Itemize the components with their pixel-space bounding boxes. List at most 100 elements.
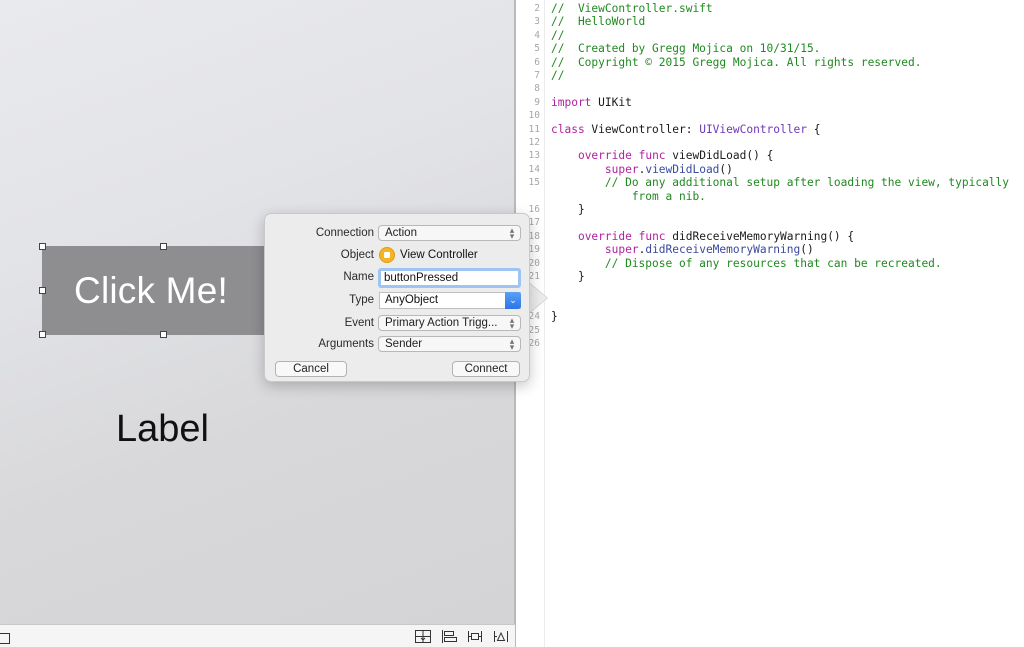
- code-line[interactable]: [516, 283, 1024, 296]
- code-token-comment: // HelloWorld: [551, 15, 646, 29]
- object-row: Object View Controller: [265, 247, 531, 266]
- code-token-type: UIViewController: [699, 122, 807, 136]
- resize-handle-bottom-center[interactable]: [160, 331, 167, 338]
- code-line[interactable]: 10: [516, 109, 1024, 122]
- code-text: // Do any additional setup after loading…: [551, 176, 1009, 189]
- code-token-comment: // Created by Gregg Mojica on 10/31/15.: [551, 42, 821, 56]
- line-number: 15: [528, 177, 540, 189]
- cancel-button[interactable]: Cancel: [275, 361, 347, 377]
- code-editor[interactable]: 2 // ViewController.swift 3 // HelloWorld 4 /…: [516, 0, 1024, 647]
- up-down-chevron-icon: ▴ ▾: [509, 336, 515, 352]
- code-text: from a nib.: [551, 190, 706, 203]
- code-token-comment: // ViewController.swift: [551, 2, 713, 15]
- name-label: Name: [343, 271, 374, 283]
- name-field[interactable]: [378, 268, 521, 288]
- code-token-plain: }: [551, 310, 558, 324]
- pin-icon[interactable]: [467, 630, 483, 643]
- code-line[interactable]: 9 import UIKit: [516, 96, 1024, 109]
- storyboard-label[interactable]: Label: [116, 408, 209, 451]
- code-line[interactable]: 18 override func didReceiveMemoryWarning…: [516, 230, 1024, 243]
- code-text: }: [551, 270, 585, 283]
- code-text: import UIKit: [551, 96, 632, 109]
- code-token-kw: func: [638, 149, 666, 163]
- resize-handle-bottom-left[interactable]: [39, 331, 46, 338]
- resize-handle-middle-left[interactable]: [39, 287, 46, 294]
- code-text: // HelloWorld: [551, 15, 645, 28]
- resize-handle-top-center[interactable]: [160, 243, 167, 250]
- code-token-plain: {: [806, 122, 821, 136]
- code-line[interactable]: 4 //: [516, 29, 1024, 42]
- event-select[interactable]: Primary Action Trigg... ▴ ▾: [378, 315, 521, 331]
- code-token-plain: (): [719, 162, 733, 176]
- code-line[interactable]: 19 super.didReceiveMemoryWarning(): [516, 243, 1024, 256]
- code-line[interactable]: 25: [516, 324, 1024, 337]
- code-line[interactable]: 26: [516, 337, 1024, 350]
- code-text: super.viewDidLoad(): [551, 163, 733, 176]
- connection-label: Connection: [315, 227, 374, 239]
- view-as-icon[interactable]: [0, 633, 10, 644]
- code-text: class ViewController: UIViewController {: [551, 123, 820, 136]
- code-line[interactable]: 17: [516, 216, 1024, 229]
- code-line[interactable]: 20 // Dispose of any resources that can …: [516, 257, 1024, 270]
- line-number: 10: [528, 110, 540, 122]
- code-line[interactable]: 12: [516, 136, 1024, 149]
- code-line[interactable]: 14 super.viewDidLoad(): [516, 163, 1024, 176]
- object-value: View Controller: [400, 249, 478, 261]
- code-token-plain: didReceiveMemoryWarning() {: [665, 229, 855, 243]
- code-line[interactable]: 16 }: [516, 203, 1024, 216]
- line-number: 14: [528, 163, 540, 175]
- name-row: Name: [265, 268, 531, 288]
- event-row: Event Primary Action Trigg... ▴ ▾: [265, 315, 531, 334]
- code-line[interactable]: 21 }: [516, 270, 1024, 283]
- code-line[interactable]: 3 // HelloWorld: [516, 15, 1024, 28]
- code-line[interactable]: from a nib.: [516, 190, 1024, 203]
- code-token-kw: import: [551, 95, 592, 109]
- connection-value: Action: [385, 227, 417, 239]
- code-line[interactable]: 5 // Created by Gregg Mojica on 10/31/15.: [516, 42, 1024, 55]
- up-down-chevron-icon: ▴ ▾: [509, 315, 515, 331]
- code-token-plain: UIKit: [591, 95, 632, 109]
- code-line[interactable]: 15 // Do any additional setup after load…: [516, 176, 1024, 189]
- code-line[interactable]: 8: [516, 82, 1024, 95]
- embed-in-stack-icon[interactable]: [415, 630, 431, 643]
- code-line[interactable]: 6 // Copyright © 2015 Gregg Mojica. All r…: [516, 56, 1024, 69]
- canvas-bottom-bar: [0, 624, 515, 647]
- line-number: 11: [528, 123, 540, 135]
- type-row: Type AnyObject ⌄: [265, 292, 531, 311]
- up-down-chevron-icon: ▴ ▾: [509, 225, 515, 241]
- arguments-label: Arguments: [318, 338, 374, 350]
- type-label: Type: [349, 294, 374, 306]
- code-line[interactable]: 2 // ViewController.swift: [516, 2, 1024, 15]
- code-token-comment: // Do any additional setup after loading…: [551, 176, 1010, 190]
- type-combobox[interactable]: AnyObject ⌄: [379, 292, 521, 309]
- code-line[interactable]: 13 override func viewDidLoad() {: [516, 149, 1024, 162]
- code-token-fn: didReceiveMemoryWarning: [645, 243, 801, 257]
- connection-popover: Connection Action ▴ ▾ Object View Control…: [264, 213, 530, 382]
- line-number: 3: [534, 16, 540, 28]
- line-number: 12: [528, 137, 540, 148]
- code-line[interactable]: 24}: [516, 310, 1024, 323]
- connect-button[interactable]: Connect: [452, 361, 520, 377]
- code-line[interactable]: 11 class ViewController: UIViewController…: [516, 123, 1024, 136]
- click-me-button[interactable]: Click Me!: [42, 246, 274, 335]
- resolve-auto-layout-icon[interactable]: [493, 630, 509, 643]
- code-line[interactable]: 7 //: [516, 69, 1024, 82]
- arguments-row: Arguments Sender ▴ ▾: [265, 336, 531, 355]
- align-icon[interactable]: [441, 630, 457, 643]
- arguments-select[interactable]: Sender ▴ ▾: [378, 336, 521, 352]
- code-text: //: [551, 29, 564, 42]
- type-value: AnyObject: [385, 294, 439, 306]
- object-label: Object: [340, 249, 374, 261]
- resize-handle-top-left[interactable]: [39, 243, 46, 250]
- event-value: Primary Action Trigg...: [385, 317, 498, 329]
- code-text: // Copyright © 2015 Gregg Mojica. All ri…: [551, 56, 921, 69]
- chevron-down-icon[interactable]: ⌄: [505, 292, 521, 309]
- code-line[interactable]: [516, 297, 1024, 310]
- connection-select[interactable]: Action ▴ ▾: [378, 225, 521, 241]
